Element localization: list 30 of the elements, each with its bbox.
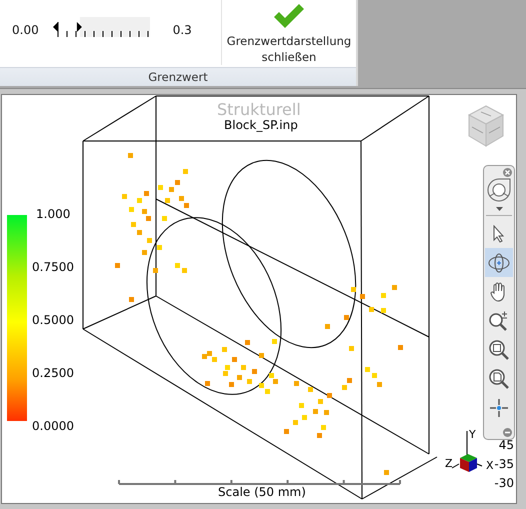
legend-label: 0.5000 [32, 313, 74, 327]
axis-label: X [486, 459, 494, 472]
zoom-window-icon[interactable] [488, 338, 510, 360]
legend-label: 1.000 [36, 207, 72, 221]
slider-min-label: 0.00 [12, 22, 39, 36]
scale-label: Scale (50 mm) [218, 485, 306, 499]
orbit-icon[interactable] [487, 252, 511, 274]
axis-label: Y [469, 428, 476, 441]
collapse-icon[interactable] [503, 428, 512, 437]
angle-reading: -35 [494, 457, 514, 472]
angle-reading: 45 [498, 438, 514, 453]
caret-icon[interactable] [496, 207, 502, 211]
slider-max-label: 0.3 [172, 22, 192, 36]
zoom-icon[interactable] [488, 310, 510, 332]
close-icon[interactable] [503, 168, 512, 177]
zoom-extents-icon[interactable] [488, 368, 510, 390]
group-label: Grenzwert [0, 67, 356, 86]
axis-triad-icon [452, 430, 482, 472]
axis-label: Z [445, 457, 453, 470]
view-title: Strukturell [217, 100, 301, 119]
steering-wheel-icon[interactable] [486, 177, 512, 203]
crosshair-icon[interactable] [489, 398, 509, 418]
legend-label: 0.0000 [32, 419, 74, 433]
legend-label: 0.7500 [32, 260, 74, 274]
checkmark-icon [272, 2, 306, 30]
angle-reading: -30 [494, 476, 514, 491]
legend-label: 0.2500 [32, 366, 74, 380]
file-name: Block_SP.inp [224, 118, 298, 132]
pointer-icon[interactable] [491, 224, 507, 242]
close-threshold-button[interactable]: Grenzwertdarstellung schließen [222, 0, 356, 67]
